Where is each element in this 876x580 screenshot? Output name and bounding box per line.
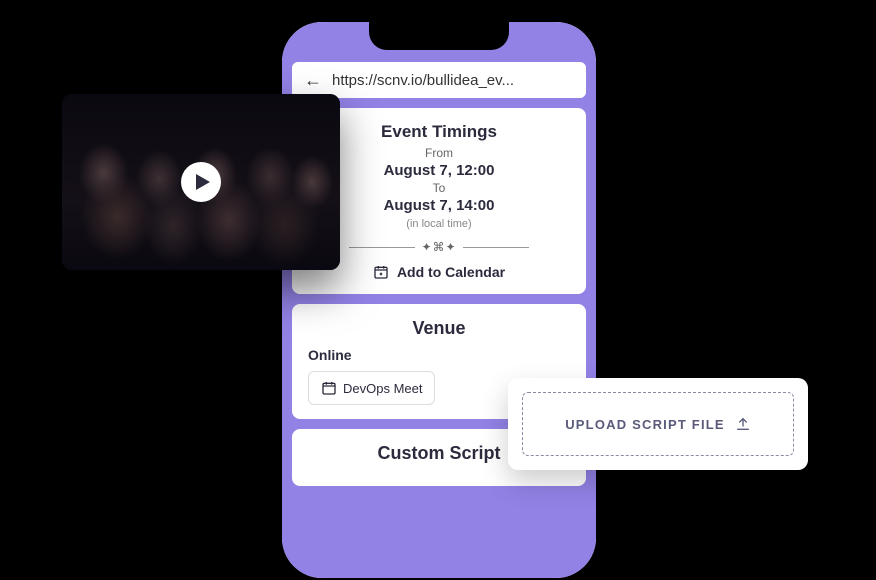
calendar-icon (373, 264, 389, 280)
phone-notch (369, 22, 509, 50)
venue-chip[interactable]: DevOps Meet (308, 371, 435, 405)
play-button[interactable] (181, 162, 221, 202)
calendar-icon (321, 380, 337, 396)
local-time-note: (in local time) (308, 218, 570, 230)
back-arrow-icon[interactable]: ← (304, 70, 322, 91)
venue-title: Venue (308, 318, 570, 339)
video-thumbnail[interactable] (62, 94, 340, 270)
add-to-calendar-label: Add to Calendar (397, 264, 505, 280)
event-timings-title: Event Timings (308, 122, 570, 142)
add-to-calendar-button[interactable]: Add to Calendar (308, 264, 570, 280)
url-bar[interactable]: ← https://scnv.io/bullidea_ev... (292, 62, 586, 98)
play-icon (196, 174, 210, 190)
venue-mode: Online (308, 347, 570, 363)
upload-script-button[interactable]: UPLOAD SCRIPT FILE (522, 392, 794, 456)
venue-chip-label: DevOps Meet (343, 381, 422, 396)
from-label: From (308, 146, 570, 160)
to-label: To (308, 181, 570, 195)
ornamental-divider: ✦⌘✦ (349, 240, 529, 254)
from-date: August 7, 12:00 (308, 162, 570, 179)
upload-popover: UPLOAD SCRIPT FILE (508, 378, 808, 470)
upload-label: UPLOAD SCRIPT FILE (565, 417, 725, 432)
to-date: August 7, 14:00 (308, 197, 570, 214)
url-text: https://scnv.io/bullidea_ev... (332, 72, 514, 89)
upload-icon (735, 416, 751, 432)
